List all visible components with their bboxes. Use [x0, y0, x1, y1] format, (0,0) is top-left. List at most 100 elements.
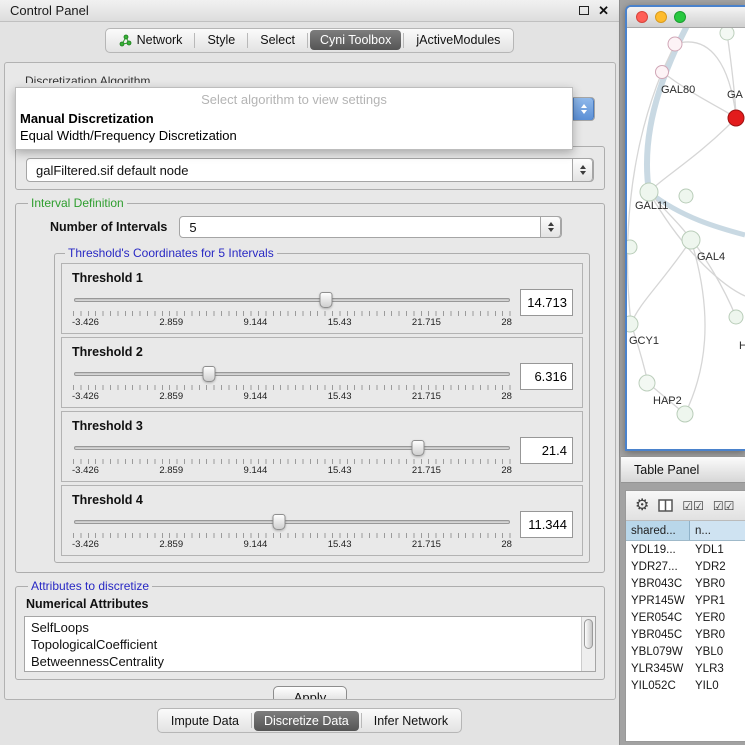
- slider-thumb[interactable]: [412, 440, 425, 456]
- threshold-value-field[interactable]: 11.344: [520, 511, 573, 538]
- table-row[interactable]: YDL19... YDL1: [626, 541, 745, 558]
- right-region: GAL80 GA GAL11 GAL4 GCY1 H HAP2 Table Pa…: [621, 0, 745, 745]
- threshold-value-field[interactable]: 21.4: [520, 437, 573, 464]
- slider-thumb[interactable]: [319, 292, 332, 308]
- tab-cyni-toolbox[interactable]: Cyni Toolbox: [310, 30, 401, 50]
- slider-scale: -3.426 2.859 9.144 15.43 21.715 28: [72, 465, 512, 476]
- dropdown-option-manual-discretization[interactable]: Manual Discretization: [16, 110, 572, 127]
- network-node[interactable]: [720, 28, 734, 40]
- network-node[interactable]: [668, 37, 682, 51]
- list-item[interactable]: SelfLoops: [31, 619, 579, 636]
- columns-icon[interactable]: [658, 499, 673, 512]
- scale-tick-label: 21.715: [412, 391, 441, 402]
- control-panel-title: Control Panel: [10, 3, 89, 18]
- cell-shared-name: YBL079W: [626, 643, 690, 660]
- node-label-ga: GA: [727, 89, 744, 101]
- bottom-tabstrip: Impute Data Discretize Data Infer Networ…: [157, 708, 462, 733]
- table-row[interactable]: YBR043C YBR0: [626, 575, 745, 592]
- table-row[interactable]: YER054C YER0: [626, 609, 745, 626]
- table-panel: ⚙ ☑☑ ☑☑ shared... n... YDL19... YDL1 YDR…: [625, 490, 745, 742]
- select-all-icon[interactable]: ☑☑: [682, 499, 704, 513]
- threshold-value-field[interactable]: 6.316: [520, 363, 573, 390]
- slider-ticks: [73, 311, 511, 316]
- network-canvas[interactable]: GAL80 GA GAL11 GAL4 GCY1 H HAP2: [627, 28, 745, 451]
- network-node-selected-red[interactable]: [728, 110, 744, 126]
- table-row[interactable]: YLR345W YLR3: [626, 660, 745, 677]
- slider-track[interactable]: [74, 446, 510, 450]
- scale-tick-label: 2.859: [159, 391, 183, 402]
- float-window-icon[interactable]: [579, 6, 589, 15]
- cell-name: YPR1: [690, 592, 745, 609]
- table-data-combobox[interactable]: galFiltered.sif default node: [26, 158, 594, 182]
- cell-name: YBL0: [690, 643, 745, 660]
- table-row[interactable]: YBR045C YBR0: [626, 626, 745, 643]
- slider-track[interactable]: [74, 520, 510, 524]
- table-data-combobox-value: galFiltered.sif default node: [36, 163, 188, 178]
- list-scrollbar[interactable]: [581, 617, 595, 671]
- network-node[interactable]: [656, 66, 669, 79]
- tab-discretize-data[interactable]: Discretize Data: [254, 711, 359, 731]
- table-row[interactable]: YPR145W YPR1: [626, 592, 745, 609]
- tab-infer-network[interactable]: Infer Network: [364, 711, 458, 731]
- column-header-shared-name[interactable]: shared...: [626, 521, 690, 540]
- threshold-slider[interactable]: [74, 441, 510, 456]
- scale-tick-label: 15.43: [328, 539, 352, 550]
- select-none-icon[interactable]: ☑☑: [713, 499, 735, 513]
- tab-style[interactable]: Style: [197, 30, 245, 50]
- threshold-slider[interactable]: [74, 367, 510, 382]
- gear-icon[interactable]: ⚙: [635, 498, 649, 514]
- number-of-intervals-combobox[interactable]: 5: [179, 216, 562, 238]
- scrollbar-thumb[interactable]: [584, 619, 593, 649]
- network-edge-thick[interactable]: [649, 192, 745, 235]
- down-arrow-icon: [548, 228, 554, 232]
- table-row[interactable]: YIL052C YIL0: [626, 677, 745, 694]
- network-edge-thick[interactable]: [647, 28, 689, 192]
- combobox-stepper-icon[interactable]: [540, 216, 561, 238]
- close-icon[interactable]: ✕: [598, 4, 609, 17]
- tab-select[interactable]: Select: [250, 30, 305, 50]
- network-node[interactable]: [679, 189, 693, 203]
- network-node[interactable]: [677, 406, 693, 422]
- maximize-traffic-light-icon[interactable]: [674, 11, 686, 23]
- scale-tick-label: 28: [501, 465, 512, 476]
- scale-tick-label: 9.144: [244, 539, 268, 550]
- network-node[interactable]: [627, 240, 637, 254]
- slider-scale: -3.426 2.859 9.144 15.43 21.715 28: [72, 539, 512, 550]
- network-node[interactable]: [639, 375, 655, 391]
- combobox-stepper-icon[interactable]: [573, 97, 594, 121]
- table-row[interactable]: YBL079W YBL0: [626, 643, 745, 660]
- top-tabstrip: Network Style Select Cyni Toolbox jActiv…: [105, 28, 515, 53]
- tab-impute-data[interactable]: Impute Data: [161, 711, 249, 731]
- cell-shared-name: YER054C: [626, 609, 690, 626]
- close-traffic-light-icon[interactable]: [636, 11, 648, 23]
- column-header-name[interactable]: n...: [690, 521, 745, 540]
- network-node[interactable]: [729, 310, 743, 324]
- cell-name: YBR0: [690, 575, 745, 592]
- list-item[interactable]: BetweennessCentrality: [31, 653, 579, 670]
- tab-divider: [403, 33, 404, 48]
- tab-jactivemodules[interactable]: jActiveModules: [406, 30, 510, 50]
- attributes-group: Attributes to discretize Numerical Attri…: [15, 579, 605, 680]
- numerical-attributes-list[interactable]: SelfLoops TopologicalCoefficient Between…: [24, 616, 596, 672]
- interval-definition-group: Interval Definition Number of Intervals …: [15, 196, 605, 573]
- threshold-value-field[interactable]: 14.713: [520, 289, 573, 316]
- slider-thumb[interactable]: [272, 514, 285, 530]
- minimize-traffic-light-icon[interactable]: [655, 11, 667, 23]
- tab-network[interactable]: Network: [109, 30, 193, 50]
- network-node[interactable]: [627, 316, 638, 332]
- combobox-stepper-icon[interactable]: [572, 158, 593, 182]
- threshold-slider[interactable]: [74, 293, 510, 308]
- dropdown-option-equal-width-frequency[interactable]: Equal Width/Frequency Discretization: [16, 127, 572, 144]
- tab-label: Infer Network: [374, 714, 448, 728]
- slider-track[interactable]: [74, 298, 510, 302]
- network-node[interactable]: [640, 183, 658, 201]
- slider-track[interactable]: [74, 372, 510, 376]
- list-item[interactable]: TopologicalCoefficient: [31, 636, 579, 653]
- threshold-slider[interactable]: [74, 515, 510, 530]
- network-window-titlebar: [627, 7, 745, 28]
- table-row[interactable]: YDR27... YDR2: [626, 558, 745, 575]
- slider-thumb[interactable]: [203, 366, 216, 382]
- network-node[interactable]: [682, 231, 700, 249]
- apply-button[interactable]: Apply: [273, 686, 348, 700]
- slider-ticks: [73, 533, 511, 538]
